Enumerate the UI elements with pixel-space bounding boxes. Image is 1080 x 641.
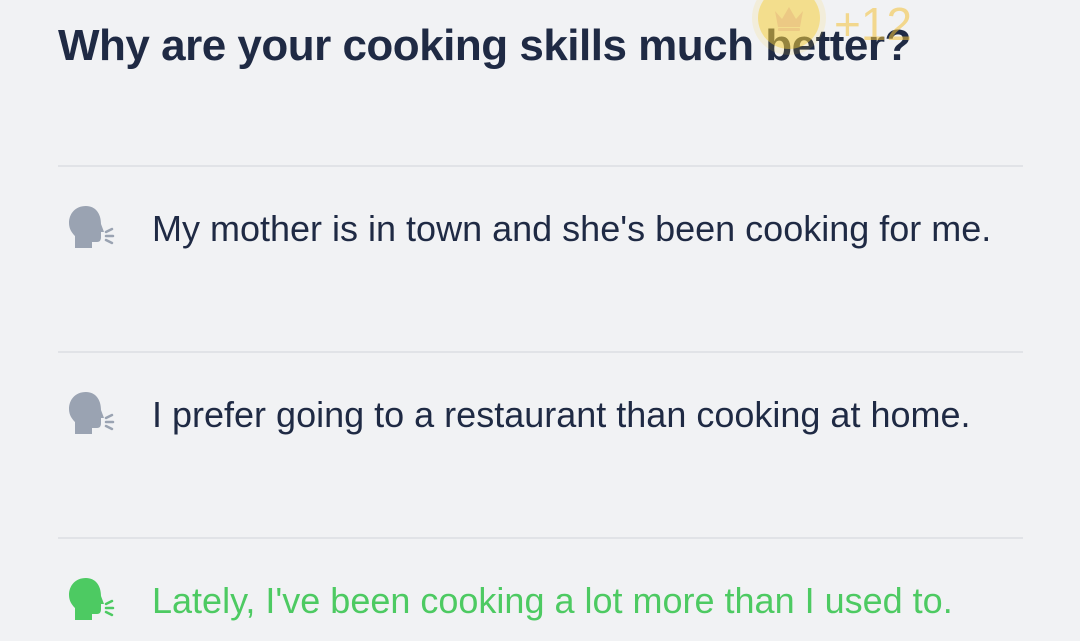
answer-option-1[interactable]: My mother is in town and she's been cook… xyxy=(58,198,1023,260)
answer-option-text: I prefer going to a restaurant than cook… xyxy=(152,394,971,435)
divider xyxy=(58,351,1023,353)
divider xyxy=(58,165,1023,167)
answer-option-text: My mother is in town and she's been cook… xyxy=(152,208,992,249)
speaking-head-icon[interactable] xyxy=(66,574,124,630)
speaking-head-icon[interactable] xyxy=(66,202,124,258)
answer-option-text: Lately, I've been cooking a lot more tha… xyxy=(152,580,953,621)
reward-badge: +12 xyxy=(758,0,912,50)
answer-option-3-correct[interactable]: Lately, I've been cooking a lot more tha… xyxy=(58,570,1023,632)
speaking-head-icon[interactable] xyxy=(66,388,124,444)
answer-option-2[interactable]: I prefer going to a restaurant than cook… xyxy=(58,384,1023,446)
divider xyxy=(58,537,1023,539)
quiz-screen: Why are your cooking skills much better?… xyxy=(0,0,1080,641)
crown-coin-icon xyxy=(758,0,820,49)
reward-amount: +12 xyxy=(834,0,913,50)
